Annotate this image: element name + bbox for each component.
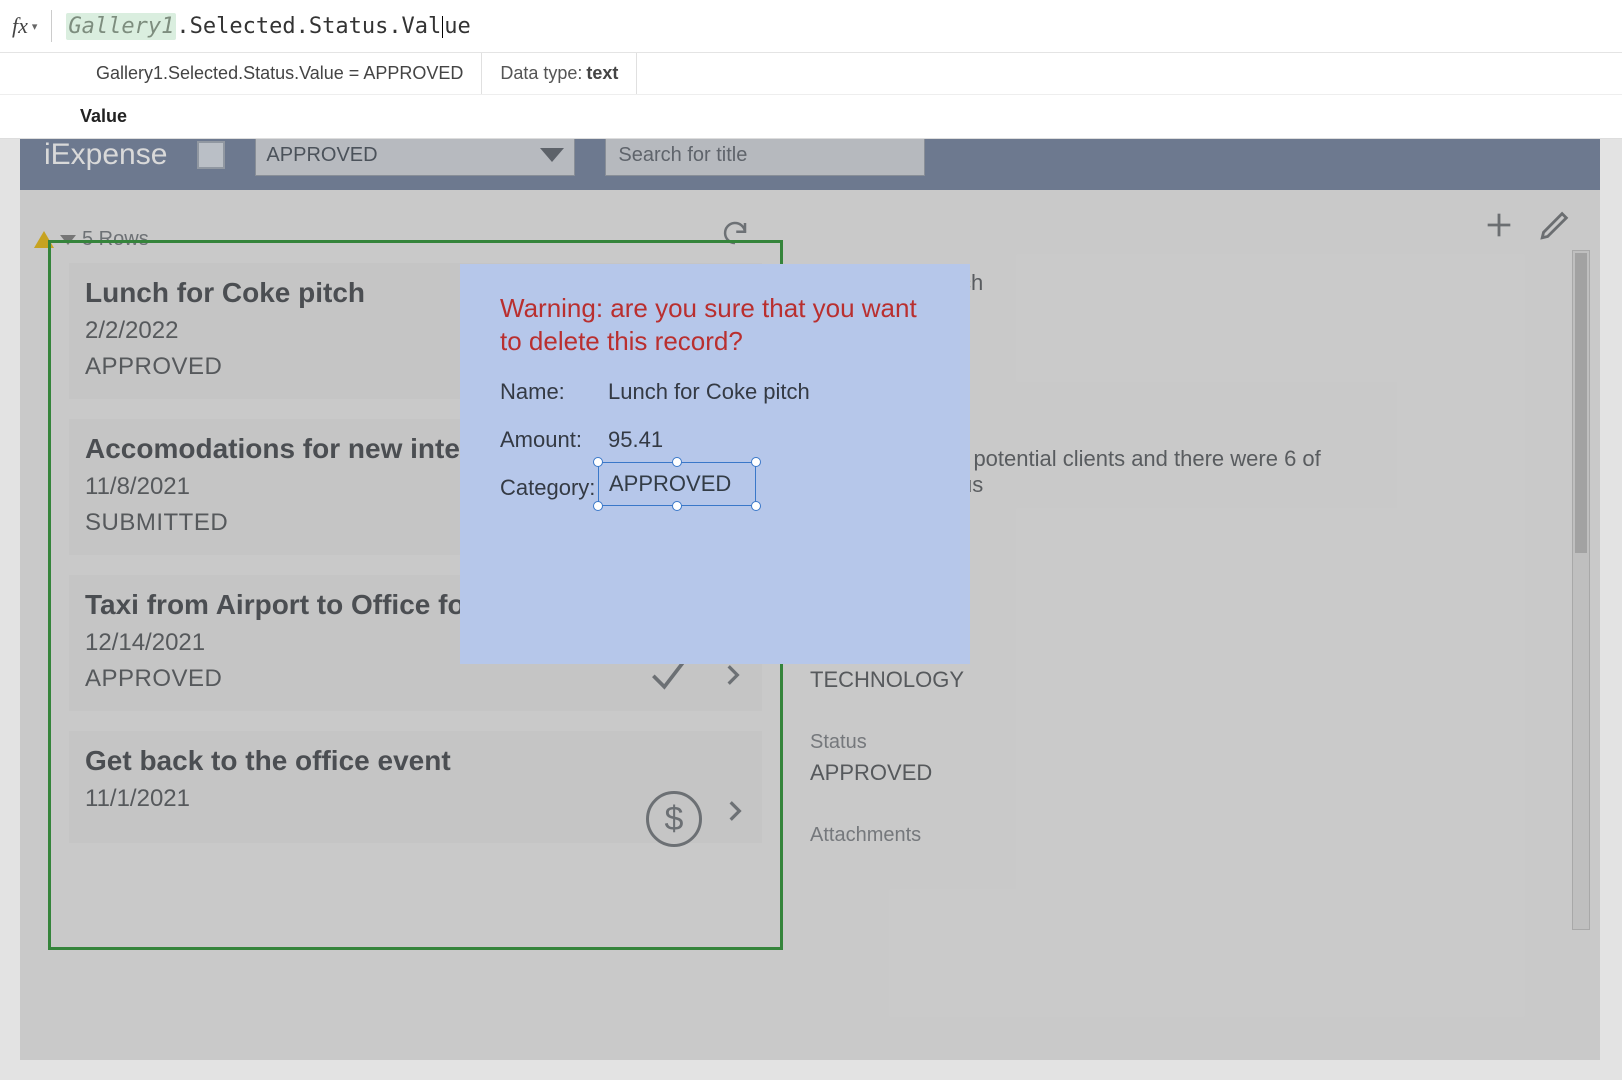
formula-text-tail: ue (444, 14, 471, 39)
dropdown-selected-value: APPROVED (266, 144, 377, 167)
data-type-value: text (586, 63, 618, 84)
scrollbar-thumb[interactable] (1575, 253, 1587, 553)
detail-description-fragment: r potential clients and there were 6 of … (960, 446, 1340, 498)
resize-handle[interactable] (751, 457, 761, 467)
canvas-area: iExpense APPROVED Search for title 5 Row… (0, 100, 1622, 1080)
resize-handle[interactable] (751, 501, 761, 511)
selected-text-control[interactable]: APPROVED (598, 462, 756, 506)
toolbar-icons (1482, 208, 1572, 247)
fx-label[interactable]: fx (12, 13, 28, 39)
formula-data-type: Data type: text (482, 53, 637, 94)
formula-text-rest: .Selected.Status.Val (176, 14, 441, 39)
data-type-label: Data type: (500, 63, 582, 84)
formula-result: Gallery1.Selected.Status.Value = APPROVE… (78, 53, 482, 94)
formula-input-row[interactable]: fx ▾ Gallery1.Selected.Status.Value (0, 0, 1622, 52)
selected-control-text: APPROVED (599, 463, 755, 505)
modal-amount-value: 95.41 (608, 427, 663, 453)
dollar-icon[interactable]: $ (646, 791, 702, 847)
detail-title-fragment: ch (960, 270, 1340, 296)
app-screen: iExpense APPROVED Search for title 5 Row… (20, 120, 1600, 1060)
search-placeholder: Search for title (618, 144, 747, 167)
modal-name-label: Name: (500, 379, 608, 405)
detail-category-value: TECHNOLOGY (810, 667, 1340, 693)
pencil-icon[interactable] (1538, 208, 1572, 247)
resize-handle[interactable] (593, 501, 603, 511)
chevron-right-icon[interactable] (720, 662, 746, 693)
chevron-right-icon[interactable] (722, 798, 748, 829)
result-expression: Gallery1.Selected.Status.Value = APPROVE… (96, 63, 463, 84)
item-title: Get back to the office event (85, 745, 746, 777)
modal-title: Warning: are you sure that you want to d… (500, 292, 930, 357)
resize-handle[interactable] (672, 457, 682, 467)
search-input[interactable]: Search for title (605, 134, 925, 176)
chevron-down-icon[interactable]: ▾ (32, 20, 38, 33)
status-dropdown[interactable]: APPROVED (255, 134, 575, 176)
list-item[interactable]: Get back to the office event 11/1/2021 $ (69, 731, 762, 843)
modal-category-label: Category: (500, 475, 608, 501)
divider (51, 10, 52, 42)
app-title: iExpense (44, 138, 167, 172)
resize-handle[interactable] (593, 457, 603, 467)
scrollbar[interactable] (1572, 250, 1590, 930)
formula-result-row: Gallery1.Selected.Status.Value = APPROVE… (0, 52, 1622, 94)
resize-handle[interactable] (672, 501, 682, 511)
formula-bar: fx ▾ Gallery1.Selected.Status.Value Gall… (0, 0, 1622, 139)
detail-attachments-label: Attachments (810, 824, 1340, 847)
detail-status-value: APPROVED (810, 760, 1340, 786)
formula-token: Gallery1 (66, 13, 176, 40)
formula-input[interactable]: Gallery1.Selected.Status.Value (66, 14, 470, 39)
plus-icon[interactable] (1482, 208, 1516, 247)
detail-status-label: Status (810, 731, 1340, 754)
modal-name-value: Lunch for Coke pitch (608, 379, 810, 405)
chevron-down-icon (540, 148, 564, 162)
filter-checkbox[interactable] (197, 141, 225, 169)
intellisense-suggestion[interactable]: Value (0, 94, 1622, 138)
modal-amount-label: Amount: (500, 427, 608, 453)
